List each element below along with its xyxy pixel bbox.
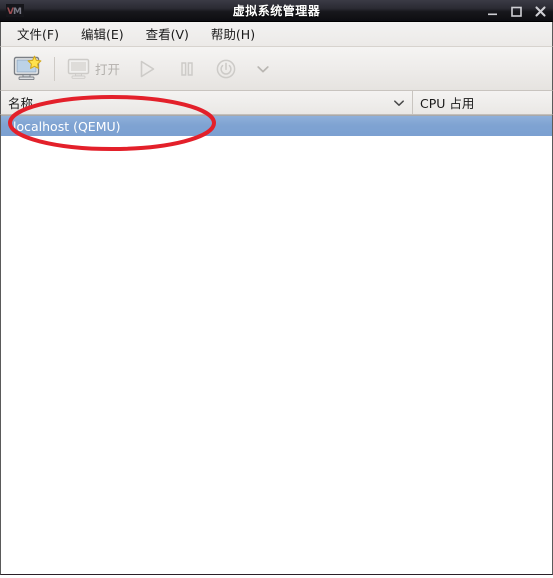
- play-icon: [136, 58, 158, 80]
- column-header-cpu-label: CPU 占用: [420, 96, 475, 111]
- column-header-cpu[interactable]: CPU 占用: [413, 91, 552, 114]
- toolbar-separator: [54, 56, 55, 81]
- menu-help[interactable]: 帮助(H): [203, 22, 263, 46]
- list-item[interactable]: localhost (QEMU): [1, 115, 552, 136]
- vm-list[interactable]: localhost (QEMU): [0, 115, 553, 575]
- close-button[interactable]: [534, 5, 547, 18]
- minimize-button[interactable]: [486, 5, 499, 18]
- list-item-label: localhost (QEMU): [13, 118, 121, 134]
- power-icon: [214, 57, 238, 81]
- menu-bar: 文件(F) 编辑(E) 查看(V) 帮助(H): [0, 22, 553, 47]
- title-bar: V M 虚拟系统管理器: [0, 0, 553, 22]
- toolbar-more-button[interactable]: [246, 50, 280, 88]
- open-button[interactable]: 打开: [60, 50, 126, 88]
- new-vm-monitor-star-icon: [13, 55, 43, 83]
- column-header-name-label: 名称: [8, 96, 34, 111]
- new-vm-button[interactable]: [7, 50, 49, 88]
- column-header-name[interactable]: 名称: [1, 91, 413, 114]
- pause-button[interactable]: [168, 50, 206, 88]
- monitor-icon: [66, 57, 92, 81]
- maximize-button[interactable]: [510, 5, 523, 18]
- menu-file[interactable]: 文件(F): [9, 22, 67, 46]
- list-column-header: 名称 CPU 占用: [0, 91, 553, 115]
- window-controls: [486, 0, 547, 21]
- toolbar: 打开: [0, 47, 553, 91]
- vm-logo-icon: V M: [4, 3, 26, 19]
- window-title: 虚拟系统管理器: [232, 3, 321, 18]
- open-button-label: 打开: [95, 62, 121, 77]
- run-button[interactable]: [126, 50, 168, 88]
- menu-view[interactable]: 查看(V): [138, 22, 197, 46]
- chevron-down-icon: [392, 96, 406, 110]
- shutdown-button[interactable]: [206, 50, 246, 88]
- svg-text:M: M: [13, 7, 22, 17]
- chevron-down-icon: [255, 61, 271, 77]
- virt-manager-window: V M 虚拟系统管理器 文件(F) 编辑(E) 查看(V) 帮助(H) 打开 名…: [0, 0, 553, 578]
- menu-edit[interactable]: 编辑(E): [73, 22, 132, 46]
- pause-icon: [178, 58, 196, 80]
